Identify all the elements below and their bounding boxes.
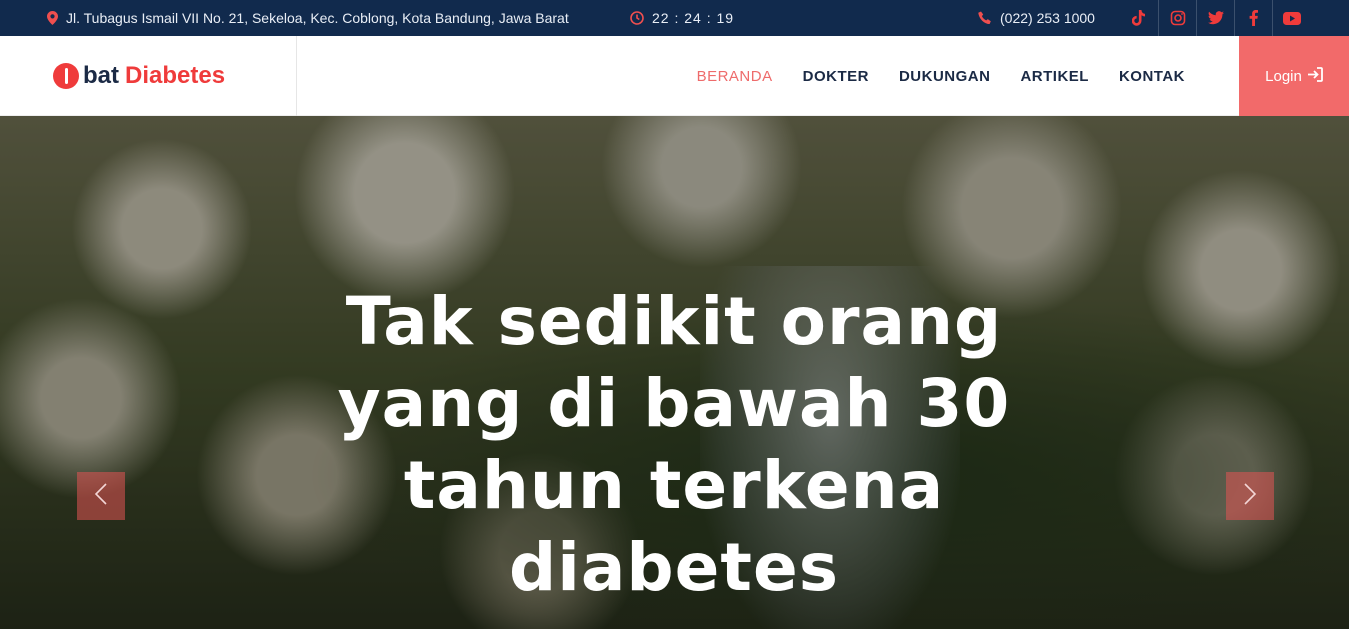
chevron-left-icon (94, 482, 108, 511)
nav-item-dukungan[interactable]: DUKUNGAN (899, 68, 991, 85)
top-info-bar: Jl. Tubagus Ismail VII No. 21, Sekeloa, … (0, 0, 1349, 36)
clock-icon (630, 11, 644, 25)
nav-item-dokter[interactable]: DOKTER (803, 68, 869, 85)
hero-carousel: Tak sedikit orang yang di bawah 30 tahun… (0, 116, 1349, 629)
chevron-right-icon (1243, 482, 1257, 511)
nav-menu: BERANDA DOKTER DUKUNGAN ARTIKEL KONTAK (667, 36, 1185, 116)
instagram-icon[interactable] (1158, 0, 1196, 36)
clock-time: 22 : 24 : 19 (652, 10, 735, 26)
clock: 22 : 24 : 19 (630, 0, 734, 36)
youtube-icon[interactable] (1272, 0, 1310, 36)
nav-item-beranda[interactable]: BERANDA (697, 68, 773, 85)
brand-part1: bat (83, 62, 119, 89)
phone-icon (978, 11, 992, 25)
facebook-icon[interactable] (1234, 0, 1272, 36)
carousel-prev-button[interactable] (77, 472, 125, 520)
brand-logo[interactable]: bat Diabetes (0, 36, 297, 116)
address: Jl. Tubagus Ismail VII No. 21, Sekeloa, … (47, 0, 569, 36)
carousel-next-button[interactable] (1226, 472, 1274, 520)
nav-item-kontak[interactable]: KONTAK (1119, 68, 1185, 85)
social-links (1120, 0, 1310, 36)
address-text: Jl. Tubagus Ismail VII No. 21, Sekeloa, … (66, 10, 569, 26)
nav-item-artikel[interactable]: ARTIKEL (1020, 68, 1089, 85)
map-pin-icon (47, 11, 58, 25)
twitter-icon[interactable] (1196, 0, 1234, 36)
login-button[interactable]: Login (1239, 36, 1349, 116)
login-label: Login (1265, 67, 1302, 85)
main-navbar: bat Diabetes BERANDA DOKTER DUKUNGAN ART… (0, 36, 1349, 116)
logo-o-icon (53, 63, 79, 89)
sign-in-icon (1302, 66, 1323, 86)
phone[interactable]: (022) 253 1000 (978, 0, 1095, 36)
hero-headline: Tak sedikit orang yang di bawah 30 tahun… (337, 283, 1011, 606)
brand-part2: Diabetes (125, 62, 226, 89)
tiktok-icon[interactable] (1120, 0, 1158, 36)
phone-number[interactable]: (022) 253 1000 (1000, 10, 1095, 26)
